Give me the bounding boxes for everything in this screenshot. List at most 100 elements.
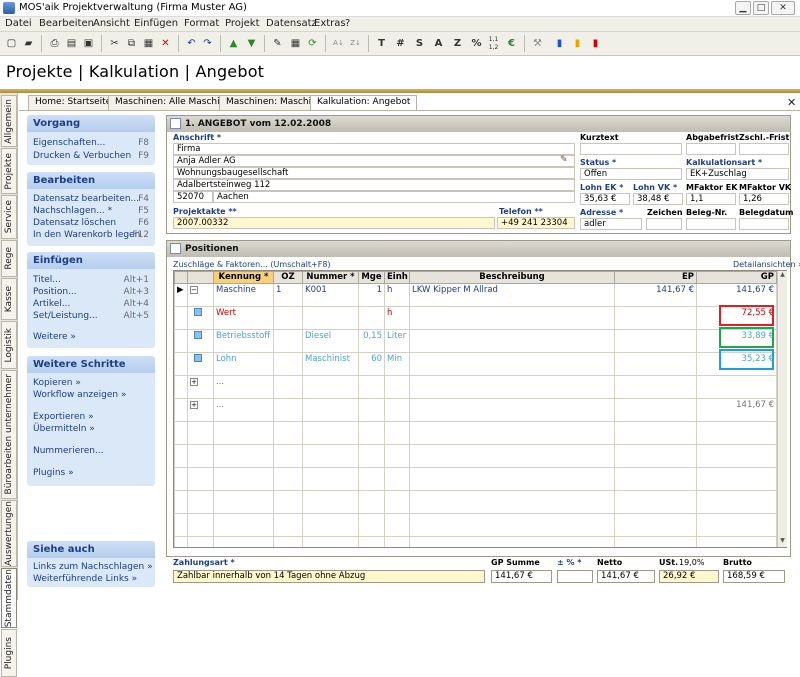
sidebar-item-drucken[interactable]: Drucken & Verbuchen xyxy=(33,151,131,161)
open-folder-icon[interactable]: ▰ xyxy=(20,35,37,52)
sidebar-item-weiterfuehrende-links[interactable]: Weiterführende Links » xyxy=(33,574,137,584)
insert-percent-button[interactable]: % xyxy=(468,35,485,52)
cell-kennung[interactable]: Wert xyxy=(213,306,274,330)
close-window-button[interactable]: ✕ xyxy=(771,1,795,15)
adresse-field[interactable]: adler xyxy=(580,218,642,230)
zuschlaege-link[interactable]: Zuschläge & Faktoren... (Umschalt+F8) xyxy=(173,260,331,269)
vtab-projekte[interactable]: Projekte xyxy=(1,148,17,194)
menu-help[interactable]: ? xyxy=(345,18,350,29)
sidebar-item-uebermitteln[interactable]: Übermitteln » xyxy=(33,424,95,434)
vtab-kasse[interactable]: Kasse xyxy=(1,278,17,320)
plz-field[interactable]: 52070 xyxy=(173,191,213,203)
sidebar-item-warenkorb[interactable]: In den Warenkorb legen xyxy=(33,230,140,240)
new-document-icon[interactable]: ▢ xyxy=(3,35,20,52)
paste-icon[interactable]: ▦ xyxy=(140,35,157,52)
tree-node-icon[interactable] xyxy=(187,329,214,353)
sidebar-item-position[interactable]: Position... xyxy=(33,287,77,297)
vtab-rege[interactable]: Rege xyxy=(1,240,17,277)
insert-title-button[interactable]: T xyxy=(373,35,390,52)
table-row[interactable]: Wert h 72,55 € xyxy=(174,306,777,330)
table-row[interactable]: ▶ − Maschine 1 K001 1 h LKW Kipper M Allrad 141,… xyxy=(174,283,777,307)
cell-einh[interactable]: h xyxy=(384,283,410,307)
sidebar-item-set-leistung[interactable]: Set/Leistung... xyxy=(33,311,98,321)
redo-icon[interactable]: ↷ xyxy=(199,35,216,52)
menu-datensatz[interactable]: Datensatz xyxy=(266,18,317,29)
address-line-3[interactable]: Wohnungsbaugesellschaft xyxy=(173,167,575,179)
cell-gp[interactable] xyxy=(696,375,777,399)
belegdatum-field[interactable] xyxy=(739,218,789,230)
cell-ep[interactable] xyxy=(614,306,697,330)
cell-kennung[interactable]: ... xyxy=(213,375,274,399)
row-selector[interactable]: ▶ xyxy=(174,283,188,307)
menu-einfuegen[interactable]: Einfügen xyxy=(134,18,178,29)
sidebar-item-weitere[interactable]: Weitere » xyxy=(33,332,76,342)
kalkart-field[interactable]: EK+Zuschlag xyxy=(686,168,789,180)
cell-beschreibung[interactable] xyxy=(409,329,615,353)
row-selector[interactable] xyxy=(174,306,188,330)
page-search-icon[interactable]: ▣ xyxy=(80,35,97,52)
row-selector[interactable] xyxy=(174,398,188,422)
cell-kennung[interactable]: Betriebsstoff xyxy=(213,329,274,353)
table-scrollbar[interactable]: ▲ ▼ xyxy=(777,271,787,547)
cell-mge[interactable] xyxy=(358,398,385,422)
cell-gp[interactable]: 141,67 € xyxy=(696,283,777,307)
menu-datei[interactable]: Datei xyxy=(5,18,32,29)
cell-oz[interactable] xyxy=(273,352,303,376)
cell-ep[interactable] xyxy=(614,329,697,353)
cell-nummer[interactable] xyxy=(302,398,359,422)
sidebar-item-workflow[interactable]: Workflow anzeigen » xyxy=(33,390,127,400)
copy-icon[interactable]: ⧉ xyxy=(123,35,140,52)
kurztext-field[interactable] xyxy=(580,143,682,155)
insert-position-button[interactable]: # xyxy=(392,35,409,52)
vtab-auswertungen[interactable]: Auswertungen xyxy=(1,500,17,567)
status-field[interactable]: Offen xyxy=(580,168,682,180)
scroll-down-icon[interactable]: ▼ xyxy=(778,537,787,547)
tree-node-icon[interactable] xyxy=(187,306,214,330)
zeichen-field[interactable] xyxy=(646,218,682,230)
tools-icon[interactable]: ⚒ xyxy=(529,35,546,52)
insert-sum-button[interactable]: Z xyxy=(449,35,466,52)
tree-node-icon[interactable]: + xyxy=(187,398,214,422)
cell-einh[interactable]: Min xyxy=(384,352,410,376)
abgabefrist-field[interactable] xyxy=(686,143,736,155)
table-row[interactable]: Betriebsstoff Diesel 0,15 Liter 33,89 € xyxy=(174,329,777,353)
print-icon[interactable]: ⎙ xyxy=(46,35,63,52)
numbering-button[interactable]: 1,1 1,2 xyxy=(485,35,502,52)
mfek-field[interactable]: 1,1 xyxy=(686,193,736,205)
col-beschreibung[interactable]: Beschreibung xyxy=(409,271,615,284)
vtab-bueroarbeiten[interactable]: Büroarbeiten unternehmer xyxy=(1,370,17,499)
cell-mge[interactable]: 60 xyxy=(358,352,385,376)
zschl-field[interactable] xyxy=(739,143,789,155)
vtab-stammdaten[interactable]: Stammdaten xyxy=(1,568,17,628)
belegnr-field[interactable] xyxy=(686,218,736,230)
refresh-icon[interactable]: ⟳ xyxy=(304,35,321,52)
col-gp[interactable]: GP xyxy=(696,271,777,284)
row-selector[interactable] xyxy=(174,329,188,353)
minimize-button[interactable]: ▁ xyxy=(735,1,751,15)
cell-mge[interactable] xyxy=(358,306,385,330)
sidebar-item-exportieren[interactable]: Exportieren » xyxy=(33,412,94,422)
sidebar-item-datensatz-bearbeiten[interactable]: Datensatz bearbeiten... xyxy=(33,194,139,204)
sidebar-item-eigenschaften[interactable]: Eigenschaften... xyxy=(33,138,105,148)
sidebar-item-plugins[interactable]: Plugins » xyxy=(33,468,74,478)
cell-oz[interactable] xyxy=(273,398,303,422)
lohnvk-field[interactable]: 38,48 € xyxy=(633,193,683,205)
cell-oz[interactable]: 1 xyxy=(273,283,303,307)
lock-yellow-icon[interactable]: ▮ xyxy=(569,35,586,52)
vtab-service[interactable]: Service xyxy=(1,195,17,239)
cell-beschreibung[interactable] xyxy=(409,306,615,330)
cell-nummer[interactable]: K001 xyxy=(302,283,359,307)
cell-beschreibung[interactable]: LKW Kipper M Allrad xyxy=(409,283,615,307)
ort-field[interactable]: Aachen xyxy=(213,191,575,203)
row-selector[interactable] xyxy=(174,375,188,399)
undo-icon[interactable]: ↶ xyxy=(183,35,200,52)
cell-nummer[interactable] xyxy=(302,306,359,330)
cell-kennung[interactable]: ... xyxy=(213,398,274,422)
cell-nummer[interactable] xyxy=(302,375,359,399)
cell-oz[interactable] xyxy=(273,329,303,353)
menu-projekt[interactable]: Projekt xyxy=(225,18,260,29)
lohnek-field[interactable]: 35,63 € xyxy=(580,193,630,205)
maximize-button[interactable]: □ xyxy=(753,1,769,15)
cell-gp[interactable]: 141,67 € xyxy=(696,398,777,422)
cell-oz[interactable] xyxy=(273,306,303,330)
